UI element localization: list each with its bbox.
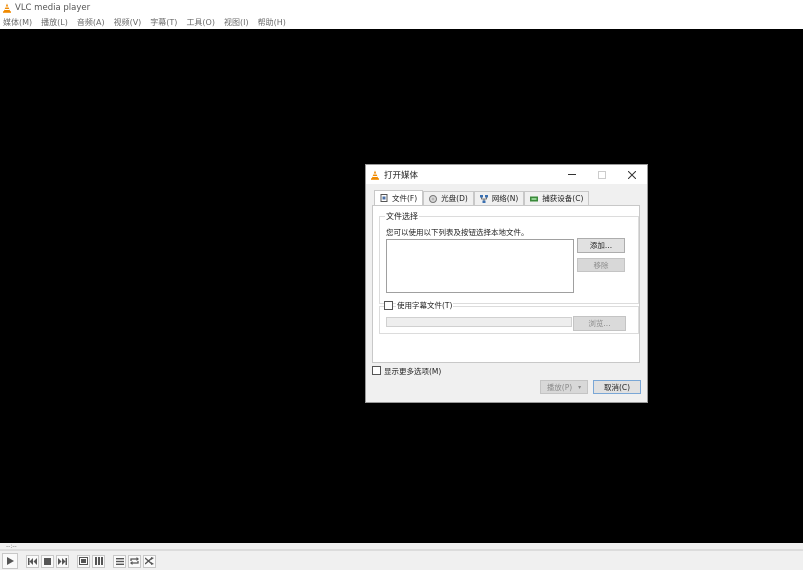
menu-view[interactable]: 视图(I): [224, 17, 249, 28]
play-button[interactable]: [2, 553, 18, 569]
tab-capture-device[interactable]: 捕获设备(C): [524, 191, 590, 205]
file-icon: [380, 194, 388, 202]
disc-icon: [429, 194, 438, 203]
network-icon: [479, 194, 488, 203]
tab-file-label: 文件(F): [392, 193, 418, 203]
show-more-options-label: 显示更多选项(M): [384, 367, 442, 376]
extended-settings-button[interactable]: [92, 554, 105, 568]
menu-video[interactable]: 视频(V): [114, 17, 142, 28]
playlist-button[interactable]: [113, 554, 126, 568]
show-more-options-checkbox[interactable]: [372, 366, 381, 375]
stop-icon: [44, 557, 51, 565]
title-bar: VLC media player: [0, 0, 803, 15]
remove-file-button: 移除: [577, 258, 625, 272]
tab-file[interactable]: 文件(F): [374, 190, 424, 205]
seek-slider[interactable]: [0, 549, 803, 551]
maximize-button: [587, 165, 617, 184]
maximize-icon: [598, 170, 606, 179]
menu-tools[interactable]: 工具(O): [186, 17, 215, 28]
use-subtitle-checkbox[interactable]: [384, 301, 393, 310]
dialog-title: 打开媒体: [384, 170, 419, 181]
next-button[interactable]: [56, 554, 69, 568]
shuffle-icon: [145, 557, 154, 565]
tab-disc-label: 光盘(D): [441, 194, 468, 203]
tab-network-label: 网络(N): [491, 194, 519, 203]
vlc-cone-icon: [370, 170, 380, 180]
dialog-window-buttons: [557, 165, 647, 184]
fullscreen-icon: [79, 557, 88, 565]
close-button[interactable]: [617, 165, 647, 184]
tab-disc[interactable]: 光盘(D): [423, 191, 474, 205]
file-selection-label: 文件选择: [385, 211, 419, 222]
open-media-dialog: 打开媒体 文件(F) 光盘(D) 网络(N) 捕获设备(C) 文件选择 您可以使…: [365, 164, 648, 403]
tab-capture-device-label: 捕获设备(C): [542, 194, 584, 203]
add-file-button[interactable]: 添加...: [577, 238, 625, 253]
menu-audio[interactable]: 音频(A): [77, 17, 105, 28]
capture-device-icon: [530, 195, 539, 203]
file-list[interactable]: [386, 239, 574, 293]
subtitle-file-input: [386, 317, 572, 327]
media-tabs: 文件(F) 光盘(D) 网络(N) 捕获设备(C): [374, 190, 590, 205]
stop-button[interactable]: [41, 554, 54, 568]
play-dialog-button: 播放(P) ▾: [540, 380, 588, 394]
dialog-title-bar: 打开媒体: [366, 165, 647, 184]
menu-playback[interactable]: 播放(L): [41, 17, 68, 28]
vlc-cone-icon: [2, 3, 12, 13]
use-subtitle-label: 使用字幕文件(T): [396, 300, 454, 311]
minimize-button[interactable]: [557, 165, 587, 184]
file-tab-panel: 文件选择 您可以使用以下列表及按钮选择本地文件。 添加... 移除 使用字幕文件…: [372, 205, 640, 363]
cancel-button[interactable]: 取消(C): [593, 380, 641, 394]
loop-icon: [130, 557, 139, 565]
previous-icon: [28, 557, 37, 565]
browse-subtitle-button: 浏览...: [573, 316, 626, 331]
menu-media[interactable]: 媒体(M): [3, 17, 32, 28]
playlist-icon: [115, 557, 124, 565]
chevron-down-icon: ▾: [578, 383, 582, 391]
loop-button[interactable]: [128, 554, 141, 568]
minimize-icon: [568, 174, 576, 175]
previous-button[interactable]: [26, 554, 39, 568]
shuffle-button[interactable]: [143, 554, 156, 568]
file-selection-hint: 您可以使用以下列表及按钮选择本地文件。: [386, 228, 529, 237]
seek-area: --:--: [0, 543, 803, 552]
menu-subtitle[interactable]: 字幕(T): [150, 17, 177, 28]
play-dialog-label: 播放(P): [546, 382, 573, 392]
extended-settings-icon: [94, 557, 103, 565]
close-icon: [628, 170, 636, 179]
vlc-main-window: VLC media player 媒体(M) 播放(L) 音频(A) 视频(V)…: [0, 0, 803, 570]
menu-help[interactable]: 帮助(H): [258, 17, 286, 28]
play-icon: [7, 557, 14, 565]
next-icon: [58, 557, 67, 565]
fullscreen-button[interactable]: [77, 554, 90, 568]
playback-controls: [0, 552, 803, 570]
menu-bar: 媒体(M) 播放(L) 音频(A) 视频(V) 字幕(T) 工具(O) 视图(I…: [0, 15, 803, 29]
window-title: VLC media player: [15, 2, 91, 13]
tab-network[interactable]: 网络(N): [473, 191, 525, 205]
